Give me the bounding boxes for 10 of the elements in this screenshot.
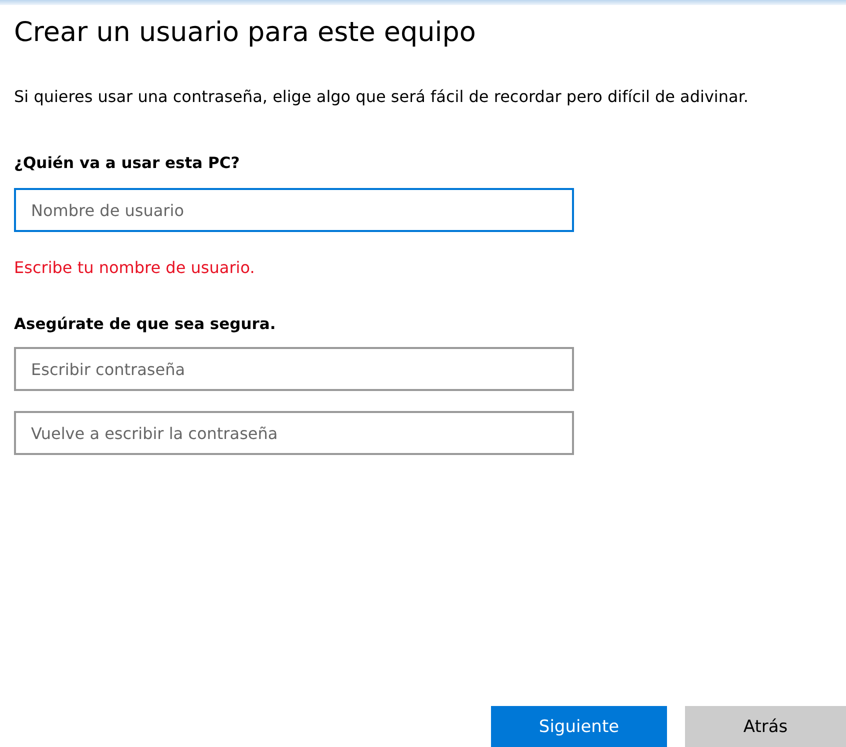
page-title: Crear un usuario para este equipo xyxy=(14,17,477,48)
intro-text: Si quieres usar una contraseña, elige algo que será fácil de recordar pero difícil de adivinar. xyxy=(14,86,750,108)
input-field[interactable]: Vuelve a escribir la contraseña xyxy=(14,411,574,455)
input-field[interactable]: Escribir contraseña xyxy=(14,347,574,391)
input-field[interactable]: Nombre de usuario xyxy=(14,188,574,232)
error-message: Escribe tu nombre de usuario. xyxy=(14,258,255,277)
field-label: ¿Quién va a usar esta PC? xyxy=(14,154,240,172)
next-button[interactable]: Siguiente xyxy=(491,706,667,747)
back-button[interactable]: Atrás xyxy=(685,706,846,747)
field-label: Asegúrate de que sea segura. xyxy=(14,315,276,333)
